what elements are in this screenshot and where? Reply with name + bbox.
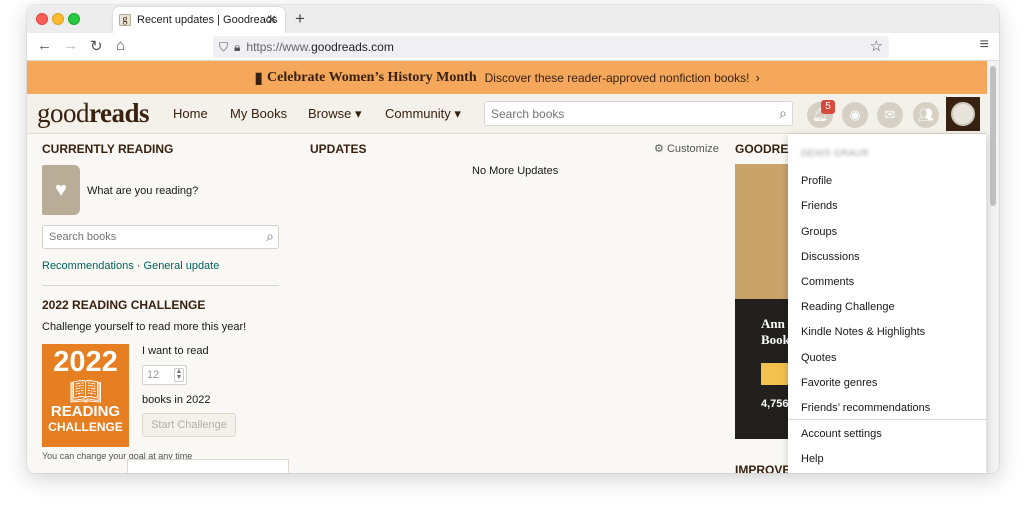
menu-item-help[interactable]: Help	[801, 453, 824, 465]
menu-item-reading-challenge[interactable]: Reading Challenge	[801, 301, 895, 313]
reload-icon[interactable]: ↻	[90, 37, 103, 55]
partial-box	[127, 459, 289, 473]
messages-icon[interactable]: ✉	[877, 102, 903, 128]
browser-tab[interactable]: g Recent updates | Goodreads ✕	[113, 7, 285, 33]
logo-part-reads: reads	[89, 98, 150, 128]
recommendations-link[interactable]: Recommendations	[42, 260, 134, 272]
search-icon[interactable]: ⌕	[779, 105, 787, 122]
banner-title: Celebrate Women’s History Month	[267, 69, 477, 85]
avatar	[951, 102, 975, 126]
navigation-bar: ← → ↻ ⌂ ⛉ 🔒︎ https://www.goodreads.com ☆…	[27, 33, 999, 61]
currently-reading-search-input[interactable]	[43, 226, 253, 248]
banner-subtitle: Discover these reader-approved nonfictio…	[484, 70, 750, 85]
challenge-text: Challenge yourself to read more this yea…	[42, 321, 247, 333]
goal-value: 12	[147, 369, 160, 381]
username-blurred: DENIS GRAUR	[801, 148, 870, 158]
friends-icon[interactable]: 👥︎	[913, 102, 939, 128]
promo-banner[interactable]: ▮ Celebrate Women’s History Month Discov…	[27, 61, 987, 94]
page-scrollbar[interactable]	[987, 61, 999, 473]
bookmark-star-icon[interactable]: ☆	[870, 37, 883, 55]
logo-part-good: good	[37, 98, 90, 128]
no-more-updates-text: No More Updates	[472, 165, 559, 177]
tab-bar: g Recent updates | Goodreads ✕ +	[27, 5, 999, 33]
profile-menu-button[interactable]	[946, 97, 980, 131]
back-icon[interactable]: ←	[37, 37, 52, 54]
notification-count-badge: 5	[821, 100, 835, 114]
nav-community[interactable]: Community ▾	[385, 106, 461, 122]
open-book-icon: 📖︎	[68, 376, 102, 406]
tab-title: Recent updates | Goodreads	[137, 14, 278, 26]
maximize-window-button[interactable]	[68, 13, 80, 25]
badge-word-reading: READING	[50, 403, 121, 420]
menu-item-friends[interactable]: Friends	[801, 200, 838, 212]
url-bar[interactable]: ⛉ 🔒︎ https://www.goodreads.com	[213, 36, 889, 58]
site-header: goodreads Home My Books Browse ▾ Communi…	[27, 94, 987, 134]
hands-books-illustration	[735, 164, 795, 299]
promo-button[interactable]	[761, 363, 791, 385]
menu-divider	[788, 419, 986, 420]
hamburger-menu-icon[interactable]: ≡	[980, 36, 989, 54]
shield-icon[interactable]: ⛉	[219, 40, 228, 55]
promo-title: Ann Book	[761, 316, 790, 348]
gear-icon: ⚙	[654, 143, 664, 155]
update-links: Recommendations · General update	[42, 260, 219, 272]
general-update-link[interactable]: General update	[144, 260, 220, 272]
url-text: https://www.goodreads.com	[246, 40, 393, 54]
menu-item-groups[interactable]: Groups	[801, 226, 837, 238]
scrollbar-thumb[interactable]	[990, 66, 996, 206]
menu-item-comments[interactable]: Comments	[801, 276, 854, 288]
discussions-icon[interactable]: ◉	[842, 102, 868, 128]
menu-item-discussions[interactable]: Discussions	[801, 251, 860, 263]
promo-count: 4,756	[761, 398, 789, 410]
reading-challenge-badge: 2022 📖︎ READING CHALLENGE	[42, 344, 129, 447]
menu-item-kindle-notes[interactable]: Kindle Notes & Highlights	[801, 326, 925, 338]
want-to-read-label: I want to read	[142, 345, 209, 357]
updates-heading: UPDATES	[310, 142, 367, 156]
goodreads-favicon-icon: g	[119, 14, 131, 26]
divider	[42, 285, 279, 286]
book-stack-icon: ▮	[254, 69, 264, 87]
badge-year: 2022	[53, 346, 118, 378]
goodreads-logo[interactable]: goodreads	[37, 98, 150, 129]
url-prefix: https://www.	[246, 40, 312, 54]
menu-item-friends-recommendations[interactable]: Friends’ recommendations	[801, 402, 930, 414]
url-domain: goodreads.com	[311, 40, 394, 54]
what-reading-text: What are you reading?	[87, 185, 199, 197]
browser-window: g Recent updates | Goodreads ✕ + ← → ↻ ⌂…	[27, 5, 999, 473]
close-tab-icon[interactable]: ✕	[266, 12, 277, 28]
chevron-right-icon: ›	[755, 70, 760, 85]
menu-item-favorite-genres[interactable]: Favorite genres	[801, 377, 877, 389]
lock-icon[interactable]: 🔒︎	[234, 40, 240, 55]
improve-heading: IMPROVE	[735, 463, 791, 473]
link-separator: ·	[136, 260, 141, 272]
menu-item-profile[interactable]: Profile	[801, 175, 832, 187]
profile-dropdown-menu: DENIS GRAUR Profile Friends Groups Discu…	[788, 134, 986, 473]
book-heart-icon: ♥	[42, 165, 80, 215]
currently-reading-heading: CURRENTLY READING	[42, 142, 174, 156]
start-challenge-button[interactable]: Start Challenge	[142, 413, 236, 437]
menu-item-quotes[interactable]: Quotes	[801, 352, 836, 364]
close-window-button[interactable]	[36, 13, 48, 25]
stepper-arrows-icon[interactable]: ▲ ▼	[174, 368, 184, 382]
home-icon[interactable]: ⌂	[116, 37, 125, 54]
header-search[interactable]: ⌕	[484, 101, 793, 126]
promo-title-line1: Ann	[761, 316, 785, 331]
new-tab-icon[interactable]: +	[295, 9, 305, 29]
forward-icon[interactable]: →	[63, 37, 78, 54]
search-icon[interactable]: ⌕	[266, 228, 274, 245]
reading-challenge-heading: 2022 READING CHALLENGE	[42, 298, 206, 312]
books-in-year-label: books in 2022	[142, 394, 211, 406]
nav-browse[interactable]: Browse ▾	[308, 106, 362, 122]
nav-home[interactable]: Home	[173, 106, 208, 121]
menu-item-account-settings[interactable]: Account settings	[801, 428, 882, 440]
currently-reading-search[interactable]: ⌕	[42, 225, 279, 249]
goal-number-input[interactable]: 12 ▲ ▼	[142, 365, 187, 385]
customize-label: Customize	[666, 143, 719, 155]
badge-word-challenge: CHALLENGE	[48, 420, 123, 434]
header-search-input[interactable]	[485, 102, 765, 125]
promo-title-line2: Book	[761, 332, 790, 347]
customize-button[interactable]: ⚙ Customize	[654, 142, 719, 155]
nav-my-books[interactable]: My Books	[230, 106, 287, 121]
minimize-window-button[interactable]	[52, 13, 64, 25]
